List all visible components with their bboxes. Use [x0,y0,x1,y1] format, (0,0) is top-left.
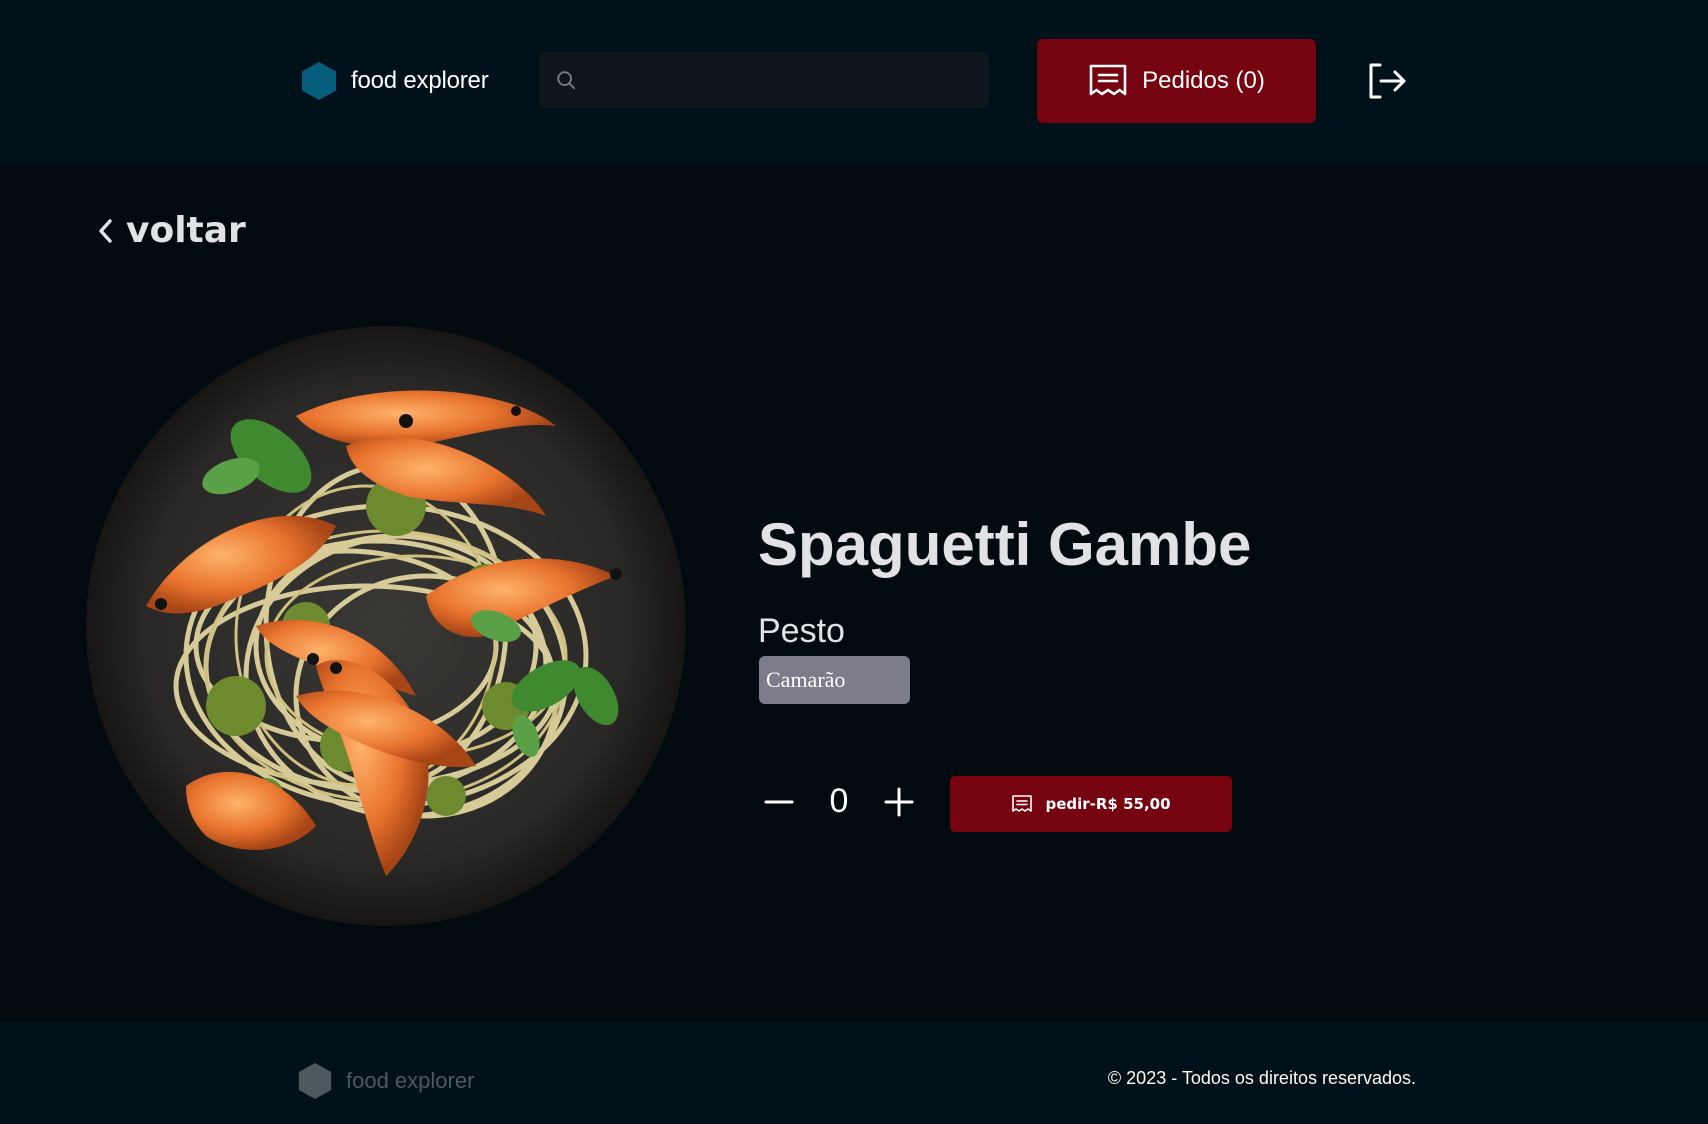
quantity-value: 0 [829,782,849,820]
brand-name: food explorer [351,67,489,94]
footer-brand-name: food explorer [346,1068,475,1093]
logout-button[interactable] [1366,60,1408,102]
orders-button-label: Pedidos (0) [1142,67,1265,94]
header: food explorer Pedidos (0) [0,0,1708,165]
ingredient-tag: Camarão [759,656,910,704]
dish-description: Pesto [758,612,845,650]
footer: food explorer © 2023 - Todos os direitos… [0,1022,1708,1124]
hexagon-logo-icon [298,1062,332,1100]
copyright-text: © 2023 - Todos os direitos reservados. [1107,1068,1416,1088]
search-bar[interactable] [539,52,989,108]
receipt-icon [1012,795,1033,812]
increase-quantity-button[interactable] [883,786,915,818]
decrease-quantity-button[interactable] [763,786,795,818]
add-to-order-button[interactable]: pedir-R$ 55,00 [950,776,1232,832]
footer-brand: food explorer [296,1062,474,1100]
plus-icon [884,787,914,817]
back-link[interactable]: voltar [96,210,246,251]
chevron-left-icon [99,218,112,243]
back-label: voltar [126,210,246,251]
search-icon [557,71,576,90]
search-input[interactable] [587,70,967,90]
minus-icon [764,800,794,804]
brand-logo[interactable]: food explorer [299,61,489,101]
dish-image [86,326,686,926]
sign-out-icon [1369,63,1406,99]
hexagon-logo-icon [302,62,336,100]
orders-button[interactable]: Pedidos (0) [1037,39,1316,123]
order-button-label: pedir-R$ 55,00 [1045,795,1171,813]
receipt-icon [1089,64,1127,96]
dish-title: Spaguetti Gambe [758,511,1252,579]
